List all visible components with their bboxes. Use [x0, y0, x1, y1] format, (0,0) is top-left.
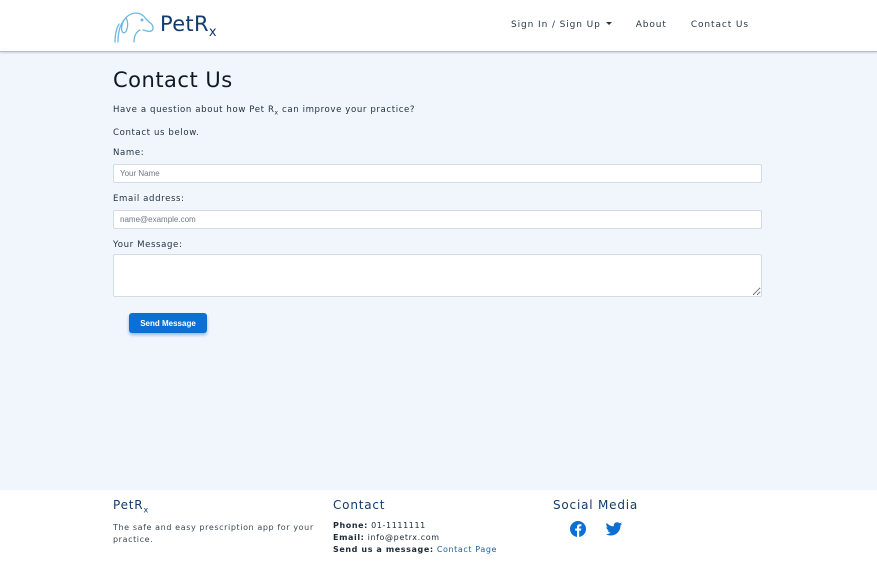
social-icons: [569, 520, 683, 538]
caret-down-icon: [605, 22, 612, 25]
nav-about[interactable]: About: [636, 20, 667, 30]
name-label: Name:: [113, 148, 145, 159]
footer-about-text: The safe and easy prescription app for y…: [113, 523, 314, 545]
nav-contact[interactable]: Contact Us: [691, 20, 749, 30]
footer-phone: Phone: 01-1111111: [333, 521, 426, 530]
dog-logo-icon: [114, 12, 154, 43]
footer-social: Social Media: [553, 498, 683, 538]
intro-instruction: Contact us below.: [113, 127, 200, 138]
footer-email: Email: info@petrx.com: [333, 533, 440, 542]
contact-page-link[interactable]: Contact Page: [437, 545, 497, 554]
message-textarea[interactable]: [113, 254, 762, 298]
footer-social-title: Social Media: [553, 498, 639, 512]
nav-signin-label: Sign In / Sign Up: [511, 20, 601, 30]
footer-brand-title: PetRx: [113, 498, 149, 515]
name-input[interactable]: [113, 164, 762, 184]
facebook-icon[interactable]: [569, 520, 587, 538]
email-input[interactable]: [113, 210, 762, 230]
twitter-icon[interactable]: [605, 520, 623, 538]
nav-signin-dropdown[interactable]: Sign In / Sign Up: [511, 20, 612, 30]
brand-link[interactable]: PetRx: [112, 8, 217, 44]
brand-name: PetRx: [160, 12, 217, 40]
message-label: Your Message:: [113, 240, 183, 251]
footer: PetRx The safe and easy prescription app…: [0, 490, 877, 561]
email-label: Email address:: [113, 194, 185, 205]
send-message-button[interactable]: Send Message: [129, 313, 207, 333]
contact-form-section: Contact Us Have a question about how Pet…: [113, 68, 763, 298]
nav-links: Sign In / Sign Up About Contact Us: [511, 20, 749, 30]
footer-about: PetRx The safe and easy prescription app…: [113, 498, 323, 546]
intro-question: Have a question about how Pet Rx can imp…: [113, 105, 416, 117]
page-title: Contact Us: [113, 68, 233, 92]
footer-contact-title: Contact: [333, 498, 386, 512]
footer-contact: Contact Phone: 01-1111111 Email: info@pe…: [333, 498, 533, 556]
navbar: PetRx Sign In / Sign Up About Contact Us: [0, 0, 877, 52]
footer-message: Send us a message: Contact Page: [333, 545, 498, 554]
